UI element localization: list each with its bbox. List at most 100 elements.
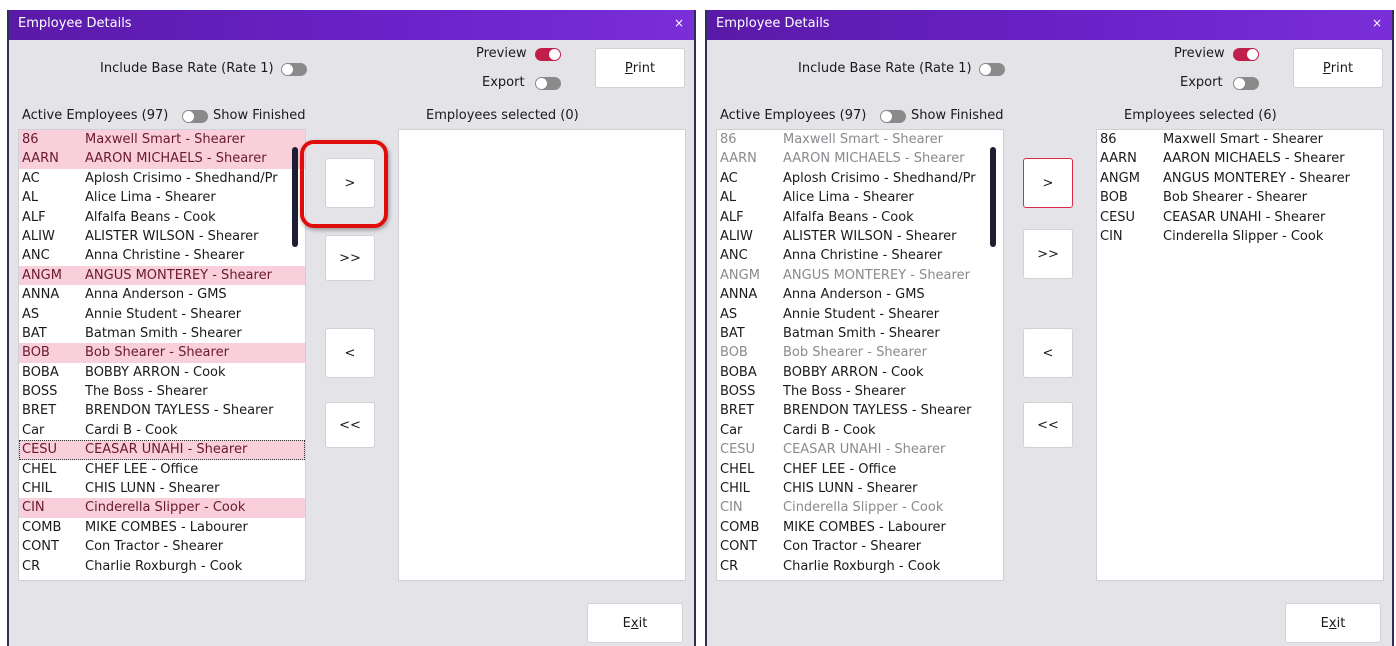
list-item[interactable]: BOBA BOBBY ARRON - Cook: [717, 363, 1003, 382]
employees-selected-list[interactable]: [398, 129, 686, 581]
employee-code: ANGM: [1100, 170, 1140, 186]
employee-code: 86: [22, 132, 39, 147]
exit-button[interactable]: Ex it: [587, 603, 683, 643]
employee-name: CHEF LEE - Office: [85, 461, 199, 477]
move-one-right-button[interactable]: >: [325, 158, 375, 208]
list-item[interactable]: ALIW ALISTER WILSON - Shearer: [717, 227, 1003, 246]
list-item[interactable]: BOSS The Boss - Shearer: [717, 382, 1003, 401]
list-item[interactable]: ALIW ALISTER WILSON - Shearer: [19, 227, 305, 246]
list-item[interactable]: AS Annie Student - Shearer: [19, 305, 305, 324]
list-item[interactable]: AL Alice Lima - Shearer: [19, 188, 305, 207]
print-button[interactable]: Print: [1293, 48, 1383, 88]
employee-code: ALF: [720, 209, 744, 225]
include-base-rate-toggle[interactable]: [979, 63, 1005, 76]
list-item[interactable]: Car Cardi B - Cook: [717, 421, 1003, 440]
print-button[interactable]: Print: [595, 48, 685, 88]
active-employees-list[interactable]: 86 Maxwell Smart - Shearer AARN AARON MICHA…: [716, 129, 1004, 581]
employee-code: BOB: [22, 345, 50, 361]
list-item[interactable]: ANC Anna Christine - Shearer: [717, 246, 1003, 265]
list-item[interactable]: BOBA BOBBY ARRON - Cook: [19, 363, 305, 382]
list-item[interactable]: AARN AARON MICHAELS - Shearer: [1097, 149, 1383, 168]
show-finished-toggle[interactable]: [880, 110, 906, 123]
list-item[interactable]: CIN Cinderella Slipper - Cook: [1097, 227, 1383, 246]
list-item[interactable]: CONT Con Tractor - Shearer: [717, 537, 1003, 556]
move-all-left-button[interactable]: <<: [1023, 402, 1073, 448]
exit-button[interactable]: Ex it: [1285, 603, 1381, 643]
export-toggle[interactable]: [535, 77, 561, 90]
list-item[interactable]: BAT Batman Smith - Shearer: [717, 324, 1003, 343]
list-item[interactable]: CHIL CHIS LUNN - Shearer: [19, 479, 305, 498]
print-label-rest: rint: [632, 60, 656, 76]
list-scrollbar-thumb[interactable]: [990, 147, 996, 247]
close-icon[interactable]: ×: [674, 16, 684, 30]
show-finished-label: Show Finished: [213, 108, 306, 123]
list-item[interactable]: AS Annie Student - Shearer: [717, 305, 1003, 324]
active-employees-list[interactable]: 86 Maxwell Smart - Shearer AARN AARON MICHA…: [18, 129, 306, 581]
list-item[interactable]: CHEL CHEF LEE - Office: [717, 460, 1003, 479]
list-item[interactable]: AL Alice Lima - Shearer: [717, 188, 1003, 207]
list-item[interactable]: BRET BRENDON TAYLESS - Shearer: [19, 401, 305, 420]
preview-toggle[interactable]: [535, 48, 561, 61]
list-item[interactable]: ANNA Anna Anderson - GMS: [717, 285, 1003, 304]
list-item[interactable]: BOB Bob Shearer - Shearer: [1097, 188, 1383, 207]
list-item[interactable]: BOB Bob Shearer - Shearer: [19, 343, 305, 363]
list-item[interactable]: 86 Maxwell Smart - Shearer: [19, 130, 305, 150]
employee-name: Aplosh Crisimo - Shedhand/Pr: [783, 170, 976, 186]
list-item[interactable]: BOSS The Boss - Shearer: [19, 382, 305, 401]
list-item[interactable]: AC Aplosh Crisimo - Shedhand/Pr: [19, 169, 305, 188]
list-item[interactable]: AC Aplosh Crisimo - Shedhand/Pr: [717, 169, 1003, 188]
close-icon[interactable]: ×: [1372, 16, 1382, 30]
list-item[interactable]: CHEL CHEF LEE - Office: [19, 460, 305, 479]
list-item[interactable]: COMB MIKE COMBES - Labourer: [19, 518, 305, 537]
list-item[interactable]: Car Cardi B - Cook: [19, 421, 305, 440]
employee-code: CESU: [22, 442, 58, 458]
list-item[interactable]: CONT Con Tractor - Shearer: [19, 537, 305, 556]
list-item[interactable]: ALF Alfalfa Beans - Cook: [19, 208, 305, 227]
list-item[interactable]: CESU CEASAR UNAHI - Shearer: [1097, 208, 1383, 227]
list-item[interactable]: ANNA Anna Anderson - GMS: [19, 285, 305, 304]
employees-selected-list[interactable]: 86 Maxwell Smart - Shearer AARN AARON MICHA…: [1096, 129, 1384, 581]
employee-code: AS: [720, 306, 738, 322]
list-item[interactable]: CR Charlie Roxburgh - Cook: [19, 557, 305, 576]
move-all-right-button[interactable]: >>: [325, 235, 375, 281]
list-item[interactable]: AARN AARON MICHAELS - Shearer: [717, 149, 1003, 168]
list-item[interactable]: ANGM ANGUS MONTEREY - Shearer: [717, 266, 1003, 285]
employee-name: BRENDON TAYLESS - Shearer: [783, 403, 972, 419]
list-item[interactable]: BOB Bob Shearer - Shearer: [717, 343, 1003, 362]
move-all-right-button[interactable]: >>: [1023, 229, 1073, 279]
employee-name: Anna Anderson - GMS: [85, 287, 227, 303]
exit-label-rest: it: [1336, 615, 1346, 631]
window-title: Employee Details: [18, 16, 132, 31]
employee-name: Maxwell Smart - Shearer: [85, 132, 245, 147]
list-scrollbar-thumb[interactable]: [292, 147, 298, 247]
list-item[interactable]: CR Charlie Roxburgh - Cook: [717, 557, 1003, 576]
list-item[interactable]: CIN Cinderella Slipper - Cook: [19, 498, 305, 518]
list-item[interactable]: CIN Cinderella Slipper - Cook: [717, 498, 1003, 517]
employee-name: Bob Shearer - Shearer: [85, 345, 229, 361]
list-item[interactable]: CESU CEASAR UNAHI - Shearer: [717, 440, 1003, 459]
employee-code: AC: [720, 170, 738, 186]
list-item[interactable]: CHIL CHIS LUNN - Shearer: [717, 479, 1003, 498]
move-one-right-button[interactable]: >: [1023, 158, 1073, 208]
move-all-left-button[interactable]: <<: [325, 402, 375, 448]
list-item[interactable]: AARN AARON MICHAELS - Shearer: [19, 149, 305, 169]
export-toggle[interactable]: [1233, 77, 1259, 90]
move-one-left-button[interactable]: <: [1023, 328, 1073, 378]
move-one-left-button[interactable]: <: [325, 328, 375, 378]
list-item[interactable]: 86 Maxwell Smart - Shearer: [1097, 130, 1383, 149]
list-item[interactable]: BAT Batman Smith - Shearer: [19, 324, 305, 343]
preview-toggle[interactable]: [1233, 48, 1259, 61]
active-employees-label: Active Employees (97): [720, 108, 867, 123]
employee-name: CHIS LUNN - Shearer: [85, 481, 220, 497]
list-item[interactable]: CESU CEASAR UNAHI - Shearer: [19, 440, 305, 460]
list-item[interactable]: BRET BRENDON TAYLESS - Shearer: [717, 401, 1003, 420]
employee-name: CHEF LEE - Office: [783, 461, 897, 477]
list-item[interactable]: COMB MIKE COMBES - Labourer: [717, 518, 1003, 537]
list-item[interactable]: ALF Alfalfa Beans - Cook: [717, 208, 1003, 227]
list-item[interactable]: ANGM ANGUS MONTEREY - Shearer: [1097, 169, 1383, 188]
show-finished-toggle[interactable]: [182, 110, 208, 123]
list-item[interactable]: ANC Anna Christine - Shearer: [19, 246, 305, 265]
list-item[interactable]: ANGM ANGUS MONTEREY - Shearer: [19, 265, 305, 286]
list-item[interactable]: 86 Maxwell Smart - Shearer: [717, 130, 1003, 149]
include-base-rate-toggle[interactable]: [281, 63, 307, 76]
